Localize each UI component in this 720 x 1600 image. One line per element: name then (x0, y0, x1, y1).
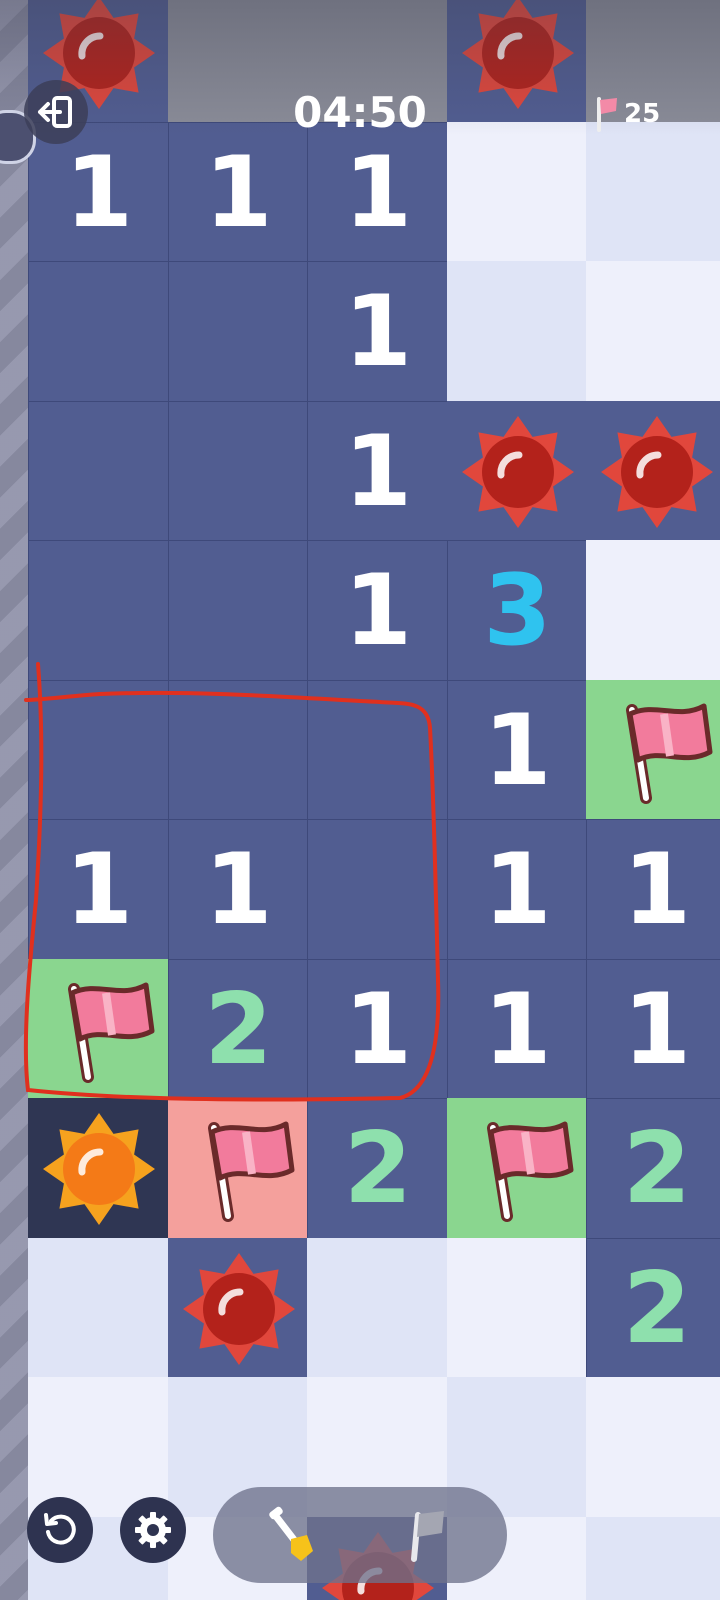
flagged-cell[interactable] (586, 679, 720, 822)
hidden-cell[interactable] (446, 1237, 589, 1380)
hidden-cell[interactable] (446, 261, 589, 403)
mine-icon (461, 415, 574, 528)
flag-icon (597, 97, 617, 132)
cell-number: 3 (483, 554, 552, 668)
number-cell[interactable]: 1 (586, 958, 720, 1101)
game-screen: 1111113111112111222 04:50 25 (0, 0, 720, 1600)
empty-cell[interactable] (167, 540, 310, 682)
number-cell[interactable]: 1 (307, 400, 449, 543)
flag-counter: 25 (594, 92, 660, 136)
exit-icon (38, 96, 72, 128)
flag-icon (486, 1121, 573, 1222)
hidden-cell[interactable] (586, 1377, 720, 1519)
settings-icon (135, 1512, 171, 1548)
mine-cell[interactable] (586, 400, 720, 543)
hidden-cell[interactable] (586, 121, 720, 264)
number-cell[interactable]: 2 (307, 1098, 449, 1240)
empty-cell[interactable] (167, 261, 310, 403)
number-cell[interactable]: 1 (307, 121, 449, 264)
cell-number: 1 (622, 972, 692, 1087)
cell-number: 1 (483, 833, 552, 947)
empty-cell[interactable] (307, 819, 449, 961)
flag-icon (68, 982, 155, 1083)
flag-icon (626, 703, 713, 804)
cell-number: 1 (343, 275, 413, 389)
cell-number: 1 (343, 554, 413, 668)
cell-number: 1 (483, 693, 552, 808)
wrong-flag-cell[interactable] (167, 1098, 310, 1240)
number-cell[interactable]: 2 (586, 1098, 720, 1240)
mode-toggle[interactable] (213, 1487, 507, 1583)
empty-cell[interactable] (28, 400, 170, 543)
restart-button[interactable] (27, 1497, 93, 1563)
empty-cell[interactable] (167, 400, 310, 543)
cell-number: 1 (343, 414, 413, 529)
mine-icon (43, 1113, 155, 1225)
hidden-cell[interactable] (586, 540, 720, 682)
cell-number: 1 (204, 135, 273, 250)
cell-number: 1 (343, 135, 413, 250)
side-strip (0, 0, 28, 1600)
minesweeper-board: 1111113111112111222 (28, 0, 720, 1600)
cell-number: 2 (622, 1251, 692, 1366)
hidden-cell[interactable] (586, 1516, 720, 1600)
number-cell[interactable]: 2 (167, 958, 310, 1101)
flags-remaining: 25 (624, 99, 661, 129)
number-cell[interactable]: 1 (167, 819, 310, 961)
dig-mode-button[interactable] (253, 1497, 329, 1573)
hidden-cell[interactable] (586, 261, 720, 403)
cell-number: 1 (483, 972, 552, 1087)
number-cell[interactable]: 1 (307, 261, 449, 403)
flag-icon (411, 1511, 444, 1562)
flag-mode-button[interactable] (391, 1497, 467, 1573)
mine-cell[interactable] (167, 1237, 310, 1380)
mine-cell[interactable] (446, 400, 589, 543)
number-cell[interactable]: 1 (307, 958, 449, 1101)
number-cell[interactable]: 3 (446, 540, 589, 682)
number-cell[interactable]: 1 (307, 540, 449, 682)
empty-cell[interactable] (167, 679, 310, 822)
empty-cell[interactable] (28, 261, 170, 403)
exploded-mine-cell[interactable] (28, 1098, 170, 1240)
number-cell[interactable]: 1 (167, 121, 310, 264)
mine-icon (601, 415, 713, 528)
empty-cell[interactable] (307, 679, 449, 822)
empty-cell[interactable] (28, 679, 170, 822)
cell-number: 2 (343, 1112, 413, 1226)
number-cell[interactable]: 1 (586, 819, 720, 961)
number-cell[interactable]: 1 (28, 819, 170, 961)
cell-number: 2 (622, 1112, 692, 1226)
mine-icon (182, 1252, 295, 1365)
number-cell[interactable]: 2 (586, 1237, 720, 1380)
number-cell[interactable]: 1 (446, 819, 589, 961)
cell-number: 2 (204, 972, 273, 1087)
number-cell[interactable]: 1 (446, 679, 589, 822)
number-cell[interactable]: 1 (446, 958, 589, 1101)
timer: 04:50 (293, 88, 427, 137)
empty-cell[interactable] (28, 540, 170, 682)
hidden-cell[interactable] (446, 121, 589, 264)
cell-number: 1 (64, 833, 134, 947)
exit-button[interactable] (24, 80, 88, 144)
flag-icon (207, 1121, 294, 1222)
settings-button[interactable] (120, 1497, 186, 1563)
shovel-icon (269, 1506, 313, 1561)
restart-icon (44, 1513, 76, 1545)
flagged-cell[interactable] (28, 958, 170, 1101)
hidden-cell[interactable] (28, 1237, 170, 1380)
flagged-cell[interactable] (446, 1098, 589, 1240)
cell-number: 1 (622, 833, 692, 947)
cell-number: 1 (204, 833, 273, 947)
hidden-cell[interactable] (307, 1237, 449, 1380)
cell-number: 1 (343, 972, 413, 1087)
